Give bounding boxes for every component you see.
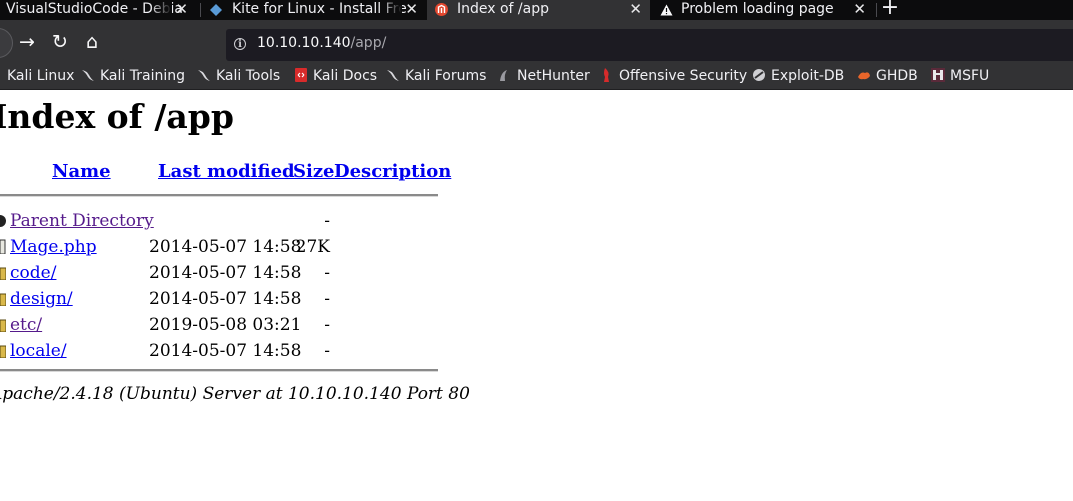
url-host: 10.10.10.140 bbox=[257, 35, 351, 51]
table-row: design/ 2014-05-07 14:58 - bbox=[0, 286, 438, 312]
page-title: Index of /app bbox=[0, 97, 234, 136]
file-size: 27K bbox=[295, 237, 330, 257]
url-path: /app/ bbox=[350, 35, 387, 51]
table-row: etc/ 2019-05-08 03:21 - bbox=[0, 312, 438, 338]
file-modified: 2014-05-07 14:58 bbox=[149, 263, 302, 283]
bookmark-nethunter[interactable]: NetHunter bbox=[498, 65, 590, 87]
folder-link-locale[interactable]: locale/ bbox=[10, 338, 67, 364]
column-header-name[interactable]: Name bbox=[52, 161, 111, 182]
bookmark-offensive-security[interactable]: Offensive Security bbox=[600, 65, 747, 87]
parent-directory-link[interactable]: Parent Directory bbox=[10, 208, 154, 234]
tab-title: Index of /app bbox=[457, 1, 550, 17]
folder-icon bbox=[0, 317, 7, 333]
tab-strip: VisualStudioCode - Debia ✕ Kite for Linu… bbox=[0, 0, 1073, 20]
bookmark-label: NetHunter bbox=[517, 68, 590, 84]
bookmark-label: Kali Training bbox=[100, 68, 185, 84]
close-icon[interactable]: ✕ bbox=[405, 0, 418, 18]
bookmark-ghdb[interactable]: GHDB bbox=[857, 65, 918, 87]
info-icon[interactable]: i bbox=[234, 38, 246, 50]
server-signature: Apache/2.4.18 (Ubuntu) Server at 10.10.1… bbox=[0, 384, 470, 404]
home-button[interactable]: ⌂ bbox=[81, 31, 103, 53]
bookmark-kali-forums[interactable]: Kali Forums bbox=[386, 65, 486, 87]
bookmark-kali-training[interactable]: Kali Training bbox=[81, 65, 185, 87]
folder-link-etc[interactable]: etc/ bbox=[10, 312, 42, 338]
table-row: Mage.php 2014-05-07 14:58 27K bbox=[0, 234, 438, 260]
file-modified: 2014-05-07 14:58 bbox=[149, 289, 302, 309]
back-button[interactable] bbox=[0, 28, 13, 58]
tab-visualstudiocode[interactable]: VisualStudioCode - Debia ✕ bbox=[0, 0, 196, 20]
forward-button[interactable]: → bbox=[16, 31, 38, 53]
tab-divider bbox=[200, 3, 201, 17]
file-size: - bbox=[324, 341, 330, 361]
column-header-last-modified[interactable]: Last modified bbox=[158, 161, 295, 182]
file-size: - bbox=[324, 211, 330, 231]
tab-title: Problem loading page bbox=[681, 1, 834, 17]
bookmark-exploit-db[interactable]: Exploit-DB bbox=[752, 65, 844, 87]
magento-icon bbox=[435, 3, 448, 16]
url-text[interactable]: 10.10.10.140/app/ bbox=[257, 35, 386, 51]
exploitdb-icon bbox=[752, 67, 766, 81]
folder-link-design[interactable]: design/ bbox=[10, 286, 73, 312]
table-row: Parent Directory - bbox=[0, 208, 438, 234]
divider bbox=[0, 369, 438, 372]
file-size: - bbox=[324, 263, 330, 283]
close-icon[interactable]: ✕ bbox=[175, 0, 188, 18]
nethunter-icon bbox=[498, 67, 512, 81]
kali-dragon-icon bbox=[386, 67, 400, 81]
column-header-description[interactable]: Description bbox=[334, 161, 451, 182]
close-icon[interactable]: ✕ bbox=[629, 0, 642, 18]
bookmark-msfu[interactable]: MSFU bbox=[931, 65, 989, 87]
bookmark-label: Kali Docs bbox=[313, 68, 378, 84]
tab-kite[interactable]: Kite for Linux - Install Fre ✕ bbox=[204, 0, 426, 20]
bookmark-label: MSFU bbox=[950, 68, 990, 84]
bookmark-kali-tools[interactable]: Kali Tools bbox=[197, 65, 280, 87]
table-row: locale/ 2014-05-07 14:58 - bbox=[0, 338, 438, 364]
msfu-icon bbox=[931, 67, 945, 82]
ghdb-icon bbox=[857, 67, 871, 81]
file-link-mage-php[interactable]: Mage.php bbox=[10, 234, 97, 260]
bookmark-label: Offensive Security bbox=[619, 68, 748, 84]
folder-icon bbox=[0, 343, 7, 359]
kite-icon bbox=[210, 3, 222, 16]
tab-index-of-app[interactable]: Index of /app ✕ bbox=[427, 0, 650, 20]
kali-docs-icon bbox=[294, 67, 308, 82]
bookmark-label: Kali Tools bbox=[216, 68, 281, 84]
file-modified: 2014-05-07 14:58 bbox=[149, 341, 302, 361]
folder-icon bbox=[0, 265, 7, 281]
folder-icon bbox=[0, 291, 7, 307]
file-icon bbox=[0, 239, 6, 255]
warning-icon bbox=[660, 3, 673, 16]
offsec-icon bbox=[600, 67, 614, 82]
reload-button[interactable]: ↻ bbox=[49, 31, 71, 53]
page-content: Index of /app Name Last modified Size De… bbox=[0, 90, 1073, 501]
bookmark-label: Kali Linux bbox=[7, 68, 75, 84]
bookmark-label: GHDB bbox=[876, 68, 918, 84]
bookmarks-toolbar: Kali Linux Kali Training Kali Tools Kali… bbox=[0, 65, 1073, 90]
new-tab-button[interactable]: + bbox=[878, 0, 902, 19]
file-modified: 2014-05-07 14:58 bbox=[149, 237, 302, 257]
tab-problem-loading[interactable]: Problem loading page ✕ bbox=[652, 0, 874, 20]
bookmark-label: Exploit-DB bbox=[771, 68, 845, 84]
bookmark-kali-linux[interactable]: Kali Linux bbox=[7, 65, 74, 87]
bookmark-label: Kali Forums bbox=[405, 68, 487, 84]
folder-link-code[interactable]: code/ bbox=[10, 260, 56, 286]
close-icon[interactable]: ✕ bbox=[853, 0, 866, 18]
back-icon bbox=[0, 213, 6, 228]
bookmark-kali-docs[interactable]: Kali Docs bbox=[294, 65, 377, 87]
tab-divider bbox=[876, 3, 877, 17]
url-bar[interactable]: i 10.10.10.140/app/ bbox=[226, 29, 1073, 61]
file-size: - bbox=[324, 315, 330, 335]
file-size: - bbox=[324, 289, 330, 309]
table-row: code/ 2014-05-07 14:58 - bbox=[0, 260, 438, 286]
kali-dragon-icon bbox=[197, 67, 211, 81]
kali-dragon-icon bbox=[81, 67, 95, 81]
column-header-size[interactable]: Size bbox=[293, 161, 335, 182]
file-modified: 2019-05-08 03:21 bbox=[149, 315, 302, 335]
divider bbox=[0, 194, 438, 197]
